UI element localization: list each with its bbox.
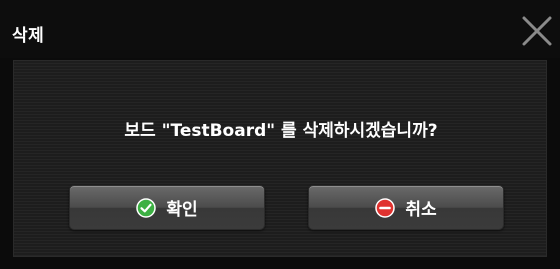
delete-board-dialog: 삭제 보드 "TestBoard" 를 삭제하시겠습니까? 확인 취소 <box>0 0 560 269</box>
cancel-button[interactable]: 취소 <box>308 185 504 230</box>
confirm-message: 보드 "TestBoard" 를 삭제하시겠습니까? <box>124 121 438 141</box>
confirm-button[interactable]: 확인 <box>69 185 265 230</box>
close-button[interactable] <box>520 14 554 48</box>
cancel-button-label: 취소 <box>405 200 437 220</box>
check-circle-icon <box>136 197 157 218</box>
dialog-title: 삭제 <box>12 26 45 46</box>
dialog-content: 보드 "TestBoard" 를 삭제하시겠습니까? 확인 취소 <box>13 60 547 257</box>
close-icon <box>522 16 552 46</box>
minus-circle-icon <box>375 197 396 218</box>
confirm-button-label: 확인 <box>166 200 198 220</box>
dialog-titlebar: 삭제 <box>0 0 560 58</box>
